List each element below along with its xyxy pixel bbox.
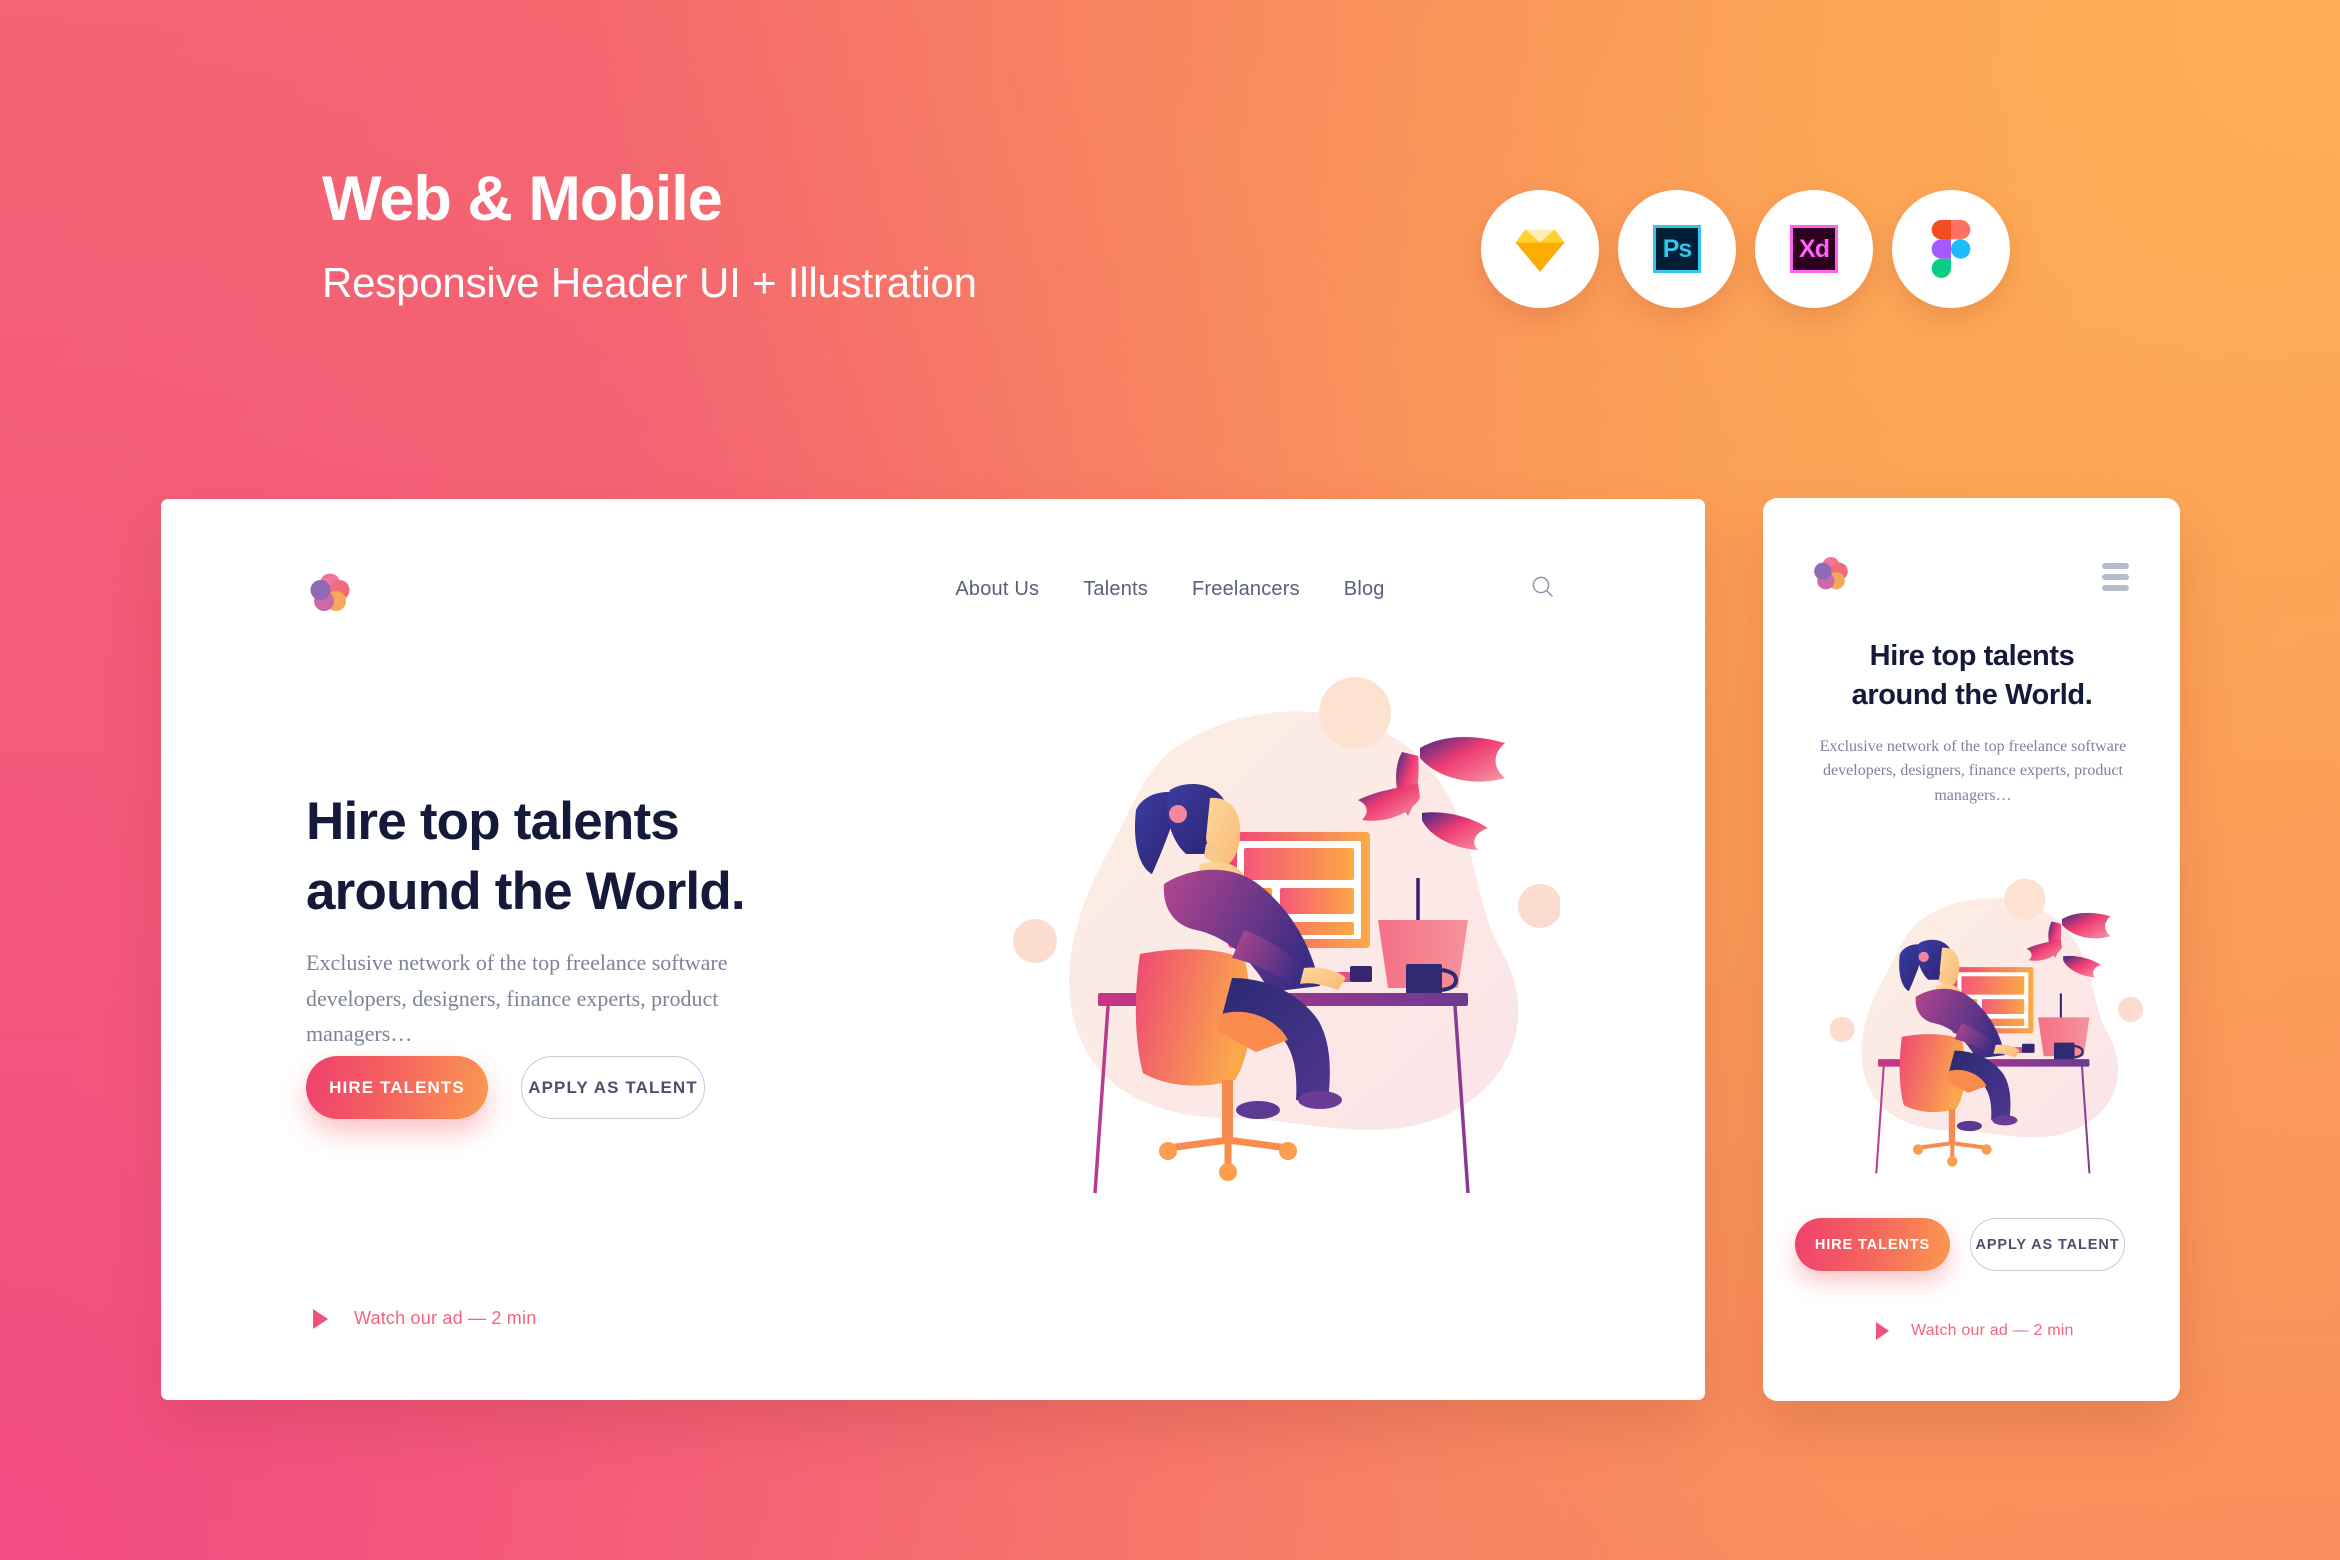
workspace-illustration: [1829, 878, 2144, 1174]
figma-icon: [1931, 220, 1971, 278]
hero-heading-line-2: around the World.: [306, 861, 746, 921]
hamburger-menu-icon[interactable]: [2102, 563, 2129, 591]
nav-link-blog[interactable]: Blog: [1344, 578, 1385, 601]
watch-ad-link[interactable]: Watch our ad — 2 min: [313, 1308, 536, 1329]
apply-as-talent-button[interactable]: APPLY AS TALENT: [1970, 1218, 2125, 1271]
nav-link-freelancers[interactable]: Freelancers: [1192, 578, 1300, 601]
play-icon: [1876, 1322, 1889, 1340]
desktop-hero-subtext: Exclusive network of the top freelance s…: [306, 950, 728, 1047]
apply-as-talent-button[interactable]: APPLY AS TALENT: [521, 1056, 705, 1119]
hamburger-bar: [2102, 574, 2129, 580]
flower-logo-icon[interactable]: [1812, 554, 1850, 592]
hero-heading-line-1: Hire top talents: [1869, 640, 2075, 672]
photoshop-icon-button[interactable]: Ps: [1618, 190, 1736, 308]
mobile-hero-subtext: Exclusive network of the top freelance s…: [1819, 738, 2127, 804]
app-icon-row: Ps Xd: [1481, 190, 2010, 308]
figma-icon-button[interactable]: [1892, 190, 2010, 308]
hero-heading-line-2: around the World.: [1851, 678, 2093, 711]
mobile-hero-heading: Hire top talents around the World.: [1783, 637, 2161, 714]
watch-ad-link[interactable]: Watch our ad — 2 min: [1876, 1322, 2074, 1340]
mobile-hero-buttons: HIRE TALENTS APPLY AS TALENT: [1795, 1218, 2125, 1271]
hamburger-bar: [2102, 563, 2129, 569]
photoshop-icon: Ps: [1653, 225, 1701, 273]
watch-ad-label: Watch our ad — 2 min: [354, 1308, 537, 1328]
desktop-hero-heading: Hire top talents around the World.: [306, 787, 1006, 927]
hire-talents-button[interactable]: HIRE TALENTS: [1795, 1218, 1950, 1271]
page-subtitle: Responsive Header UI + Illustration: [322, 259, 977, 306]
page-title: Web & Mobile: [322, 164, 723, 234]
nav-link-about-us[interactable]: About Us: [955, 578, 1039, 601]
adobe-xd-icon: Xd: [1790, 225, 1838, 273]
workspace-illustration: [1013, 677, 1560, 1194]
search-icon[interactable]: [1530, 574, 1556, 600]
hamburger-bar: [2102, 585, 2129, 591]
nav-link-talents[interactable]: Talents: [1083, 578, 1148, 601]
sketch-icon-button[interactable]: [1481, 190, 1599, 308]
sketch-icon: [1515, 229, 1565, 272]
play-icon: [313, 1308, 328, 1329]
hero-heading-line-1: Hire top talents: [306, 792, 680, 851]
adobe-xd-icon-button[interactable]: Xd: [1755, 190, 1873, 308]
hire-talents-button[interactable]: HIRE TALENTS: [306, 1056, 488, 1119]
watch-ad-label: Watch our ad — 2 min: [1911, 1322, 2074, 1339]
desktop-hero-buttons: HIRE TALENTS APPLY AS TALENT: [306, 1056, 705, 1119]
